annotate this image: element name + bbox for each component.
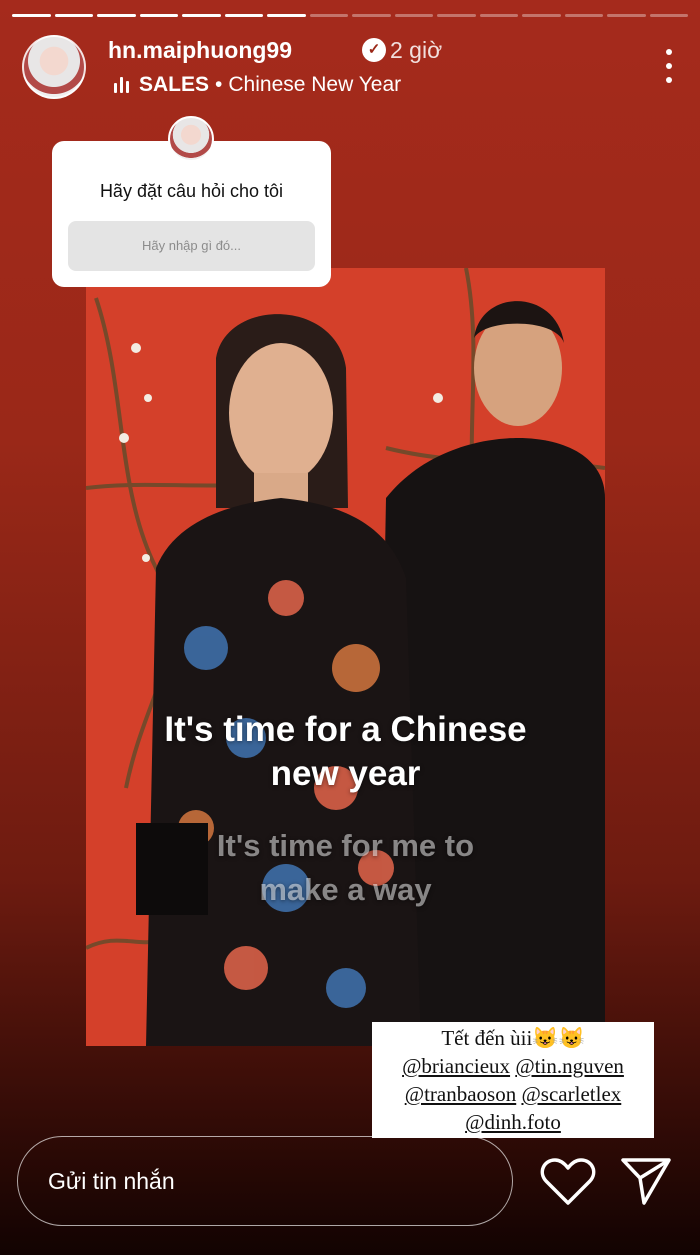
profile-avatar[interactable] — [22, 35, 86, 99]
mention-link[interactable]: @tin.nguven — [515, 1054, 624, 1078]
mention-link[interactable]: @dinh.foto — [465, 1110, 561, 1134]
audio-bars-icon — [114, 77, 129, 93]
progress-segment — [394, 14, 433, 17]
music-separator: • — [215, 73, 223, 96]
progress-segment — [649, 14, 688, 17]
music-artist: SALES — [139, 73, 210, 96]
progress-segment — [522, 14, 561, 17]
caption-primary: It's time for a Chinese new year — [86, 708, 605, 796]
message-input[interactable]: Gửi tin nhắn — [17, 1136, 513, 1226]
more-vertical-icon[interactable] — [664, 49, 674, 83]
question-answer-input[interactable]: Hãy nhập gì đó... — [68, 221, 315, 271]
progress-segment — [564, 14, 603, 17]
heart-icon[interactable] — [540, 1158, 596, 1206]
caption-secondary: It's time for me to make a way — [86, 824, 605, 912]
progress-segment — [479, 14, 518, 17]
music-info[interactable]: SALES • Chinese New Year — [114, 73, 401, 97]
caption-line-2: new year — [270, 754, 421, 793]
progress-segment — [97, 14, 136, 17]
progress-segment — [607, 14, 646, 17]
caption-line-3: It's time for me to — [216, 828, 475, 863]
progress-segment — [139, 14, 178, 17]
caption-line-1: It's time for a Chinese — [164, 710, 527, 749]
caption-line-4: make a way — [259, 872, 432, 907]
story-header: hn.maiphuong99 ✓ 2 giờ SALES • Chinese N… — [22, 35, 678, 99]
progress-segment — [267, 14, 306, 17]
question-sticker-avatar — [168, 116, 214, 162]
tag-sticker-heading: Tết đến ùii😺😺 — [441, 1026, 585, 1050]
progress-segment — [352, 14, 391, 17]
mention-sticker: Tết đến ùii😺😺 @briancieux @tin.nguven @t… — [372, 1022, 654, 1138]
progress-segment — [309, 14, 348, 17]
username-link[interactable]: hn.maiphuong99 — [108, 37, 292, 64]
progress-segment — [182, 14, 221, 17]
mention-link[interactable]: @briancieux — [402, 1054, 510, 1078]
post-time: 2 giờ — [390, 37, 443, 63]
progress-segment — [54, 14, 93, 17]
progress-segment — [12, 14, 51, 17]
question-sticker-title: Hãy đặt câu hỏi cho tôi — [99, 181, 284, 201]
verified-badge-icon: ✓ — [362, 38, 386, 62]
progress-segment — [437, 14, 476, 17]
music-title: Chinese New Year — [228, 73, 402, 96]
mention-link[interactable]: @tranbaoson — [405, 1082, 516, 1106]
send-icon[interactable] — [620, 1156, 672, 1206]
mention-link[interactable]: @scarletlex — [521, 1082, 621, 1106]
question-sticker[interactable]: Hãy đặt câu hỏi cho tôi Hãy nhập gì đó..… — [52, 141, 331, 287]
progress-segment — [224, 14, 263, 17]
fashion-photo-illustration — [86, 268, 605, 1046]
story-viewer: hn.maiphuong99 ✓ 2 giờ SALES • Chinese N… — [0, 0, 700, 1255]
story-photo — [86, 268, 605, 1046]
story-progress-bar — [12, 14, 688, 17]
